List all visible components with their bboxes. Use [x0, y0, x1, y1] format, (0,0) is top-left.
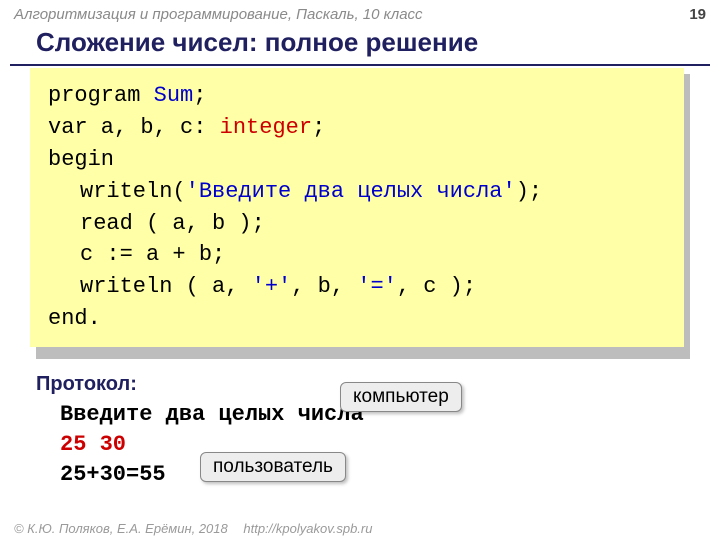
- slide-header: Алгоритмизация и программирование, Паска…: [0, 0, 720, 25]
- code-line: begin: [48, 144, 666, 176]
- code-line: var a, b, c: integer;: [48, 112, 666, 144]
- code-line: program Sum;: [48, 80, 666, 112]
- breadcrumb: Алгоритмизация и программирование, Паска…: [14, 6, 423, 23]
- code-block: program Sum; var a, b, c: integer; begin…: [30, 68, 684, 347]
- code-line: writeln ( a, '+', b, '=', c );: [48, 271, 666, 303]
- code-line: read ( a, b );: [48, 208, 666, 240]
- code-line: end.: [48, 303, 666, 335]
- callout-computer: компьютер: [340, 382, 462, 412]
- code-block-shadow: program Sum; var a, b, c: integer; begin…: [36, 74, 690, 359]
- code-line: writeln('Введите два целых числа');: [48, 176, 666, 208]
- footer-url: http://kpolyakov.spb.ru: [243, 521, 372, 536]
- footer-copyright: © К.Ю. Поляков, Е.А. Ерёмин, 2018: [14, 521, 228, 536]
- page-number: 19: [689, 6, 706, 23]
- protocol-line-input: 25 30: [60, 430, 720, 460]
- callout-user: пользователь: [200, 452, 346, 482]
- protocol-line-result: 25+30=55: [60, 460, 720, 490]
- slide-footer: © К.Ю. Поляков, Е.А. Ерёмин, 2018 http:/…: [14, 521, 372, 536]
- page-title: Сложение чисел: полное решение: [10, 25, 710, 66]
- protocol-output: Введите два целых числа 25 30 25+30=55: [60, 400, 720, 489]
- code-line: c := a + b;: [48, 239, 666, 271]
